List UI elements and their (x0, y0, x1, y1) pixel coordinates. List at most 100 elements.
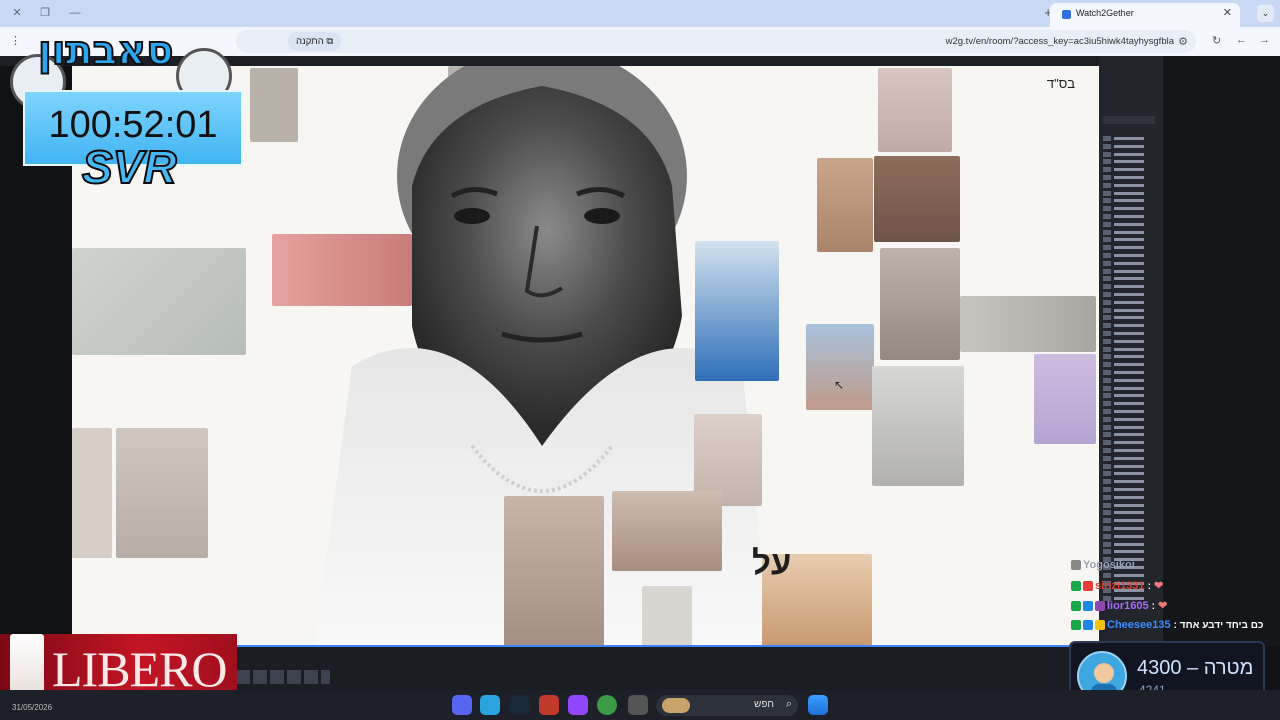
search-highlight-icon (662, 698, 690, 713)
windows-start-icon[interactable] (808, 695, 828, 715)
playlist-item[interactable] (1103, 292, 1155, 297)
playlist-item[interactable] (1103, 494, 1155, 500)
playlist-thumb (1103, 136, 1111, 141)
playlist-item[interactable] (1103, 276, 1155, 282)
playlist-item[interactable] (1103, 471, 1155, 477)
discord-icon[interactable] (452, 695, 472, 715)
playlist-title (1114, 332, 1144, 335)
badge-icon (1083, 620, 1093, 631)
playlist-item[interactable] (1103, 260, 1155, 266)
playlist-item[interactable] (1103, 167, 1155, 173)
playlist-item[interactable] (1103, 533, 1155, 539)
playlist-item[interactable] (1103, 487, 1155, 492)
playlist-thumb (1103, 284, 1111, 290)
playlist-title (1114, 363, 1144, 367)
playlist-item[interactable] (1103, 229, 1155, 235)
playlist-item[interactable] (1103, 424, 1155, 430)
playlist-item[interactable] (1103, 206, 1155, 212)
close-window-icon[interactable]: ✕ (8, 5, 26, 21)
playlist-item[interactable] (1103, 190, 1155, 196)
playlist-item[interactable] (1103, 268, 1155, 274)
playlist-title (1114, 402, 1144, 406)
playlist-item[interactable] (1103, 198, 1155, 204)
playlist-thumb (1103, 526, 1111, 531)
playlist-item[interactable] (1103, 409, 1155, 414)
file-explorer-icon[interactable] (628, 695, 648, 715)
playlist-item[interactable] (1103, 253, 1155, 258)
playlist-item[interactable] (1103, 549, 1155, 555)
playlist-thumb (1103, 518, 1111, 524)
playlist-item[interactable] (1103, 401, 1155, 407)
address-bar[interactable]: התקנה ⧉ w2g.tv/en/room/?access_key=ac3iu… (236, 30, 1196, 53)
playlist-item[interactable] (1103, 315, 1155, 321)
playlist-panel[interactable] (1099, 56, 1163, 646)
site-settings-icon[interactable]: ⚙ (1178, 35, 1188, 48)
badge-icon (1071, 620, 1081, 631)
app-icon[interactable] (539, 695, 559, 715)
menu-dots-icon[interactable]: ⋮ (10, 34, 21, 47)
playlist-item[interactable] (1103, 136, 1155, 141)
playlist-item[interactable] (1103, 284, 1155, 290)
playlist-item[interactable] (1103, 440, 1155, 446)
playlist-tabs[interactable] (1103, 116, 1155, 124)
steam-icon[interactable] (510, 695, 530, 715)
playlist-item[interactable] (1103, 455, 1155, 461)
playlist-item[interactable] (1103, 448, 1155, 453)
playlist-title (1114, 222, 1144, 226)
search-placeholder: חפש (754, 699, 774, 710)
install-app-button[interactable]: התקנה ⧉ (288, 32, 342, 51)
collage-photo (1034, 354, 1096, 444)
playlist-item[interactable] (1103, 393, 1155, 399)
playlist-item[interactable] (1103, 143, 1155, 149)
playlist-thumb (1103, 401, 1111, 407)
playlist-item[interactable] (1103, 237, 1155, 243)
playlist-item[interactable] (1103, 377, 1155, 383)
playlist-item[interactable] (1103, 221, 1155, 227)
back-icon[interactable]: ← (1236, 34, 1247, 46)
playlist-item[interactable] (1103, 510, 1155, 516)
playlist-item[interactable] (1103, 307, 1155, 313)
playlist-item[interactable] (1103, 416, 1155, 422)
telegram-icon[interactable] (480, 695, 500, 715)
playlist-title (1114, 347, 1144, 351)
tab-watch2gether[interactable]: ✕ Watch2Gether (1050, 3, 1240, 27)
playlist-item[interactable] (1103, 541, 1155, 547)
collage-photo (695, 241, 779, 381)
playlist-item[interactable] (1103, 299, 1155, 305)
playlist-item[interactable] (1103, 385, 1155, 391)
perfume-bottle-icon (10, 634, 44, 694)
forward-icon[interactable]: → (1259, 34, 1270, 46)
playlist-title (1114, 433, 1144, 437)
playlist-item[interactable] (1103, 526, 1155, 531)
taskbar-search[interactable]: חפש ⌕ (656, 695, 798, 716)
reload-icon[interactable]: ↻ (1212, 34, 1221, 47)
playlist-item[interactable] (1103, 182, 1155, 188)
playlist-item[interactable] (1103, 323, 1155, 329)
tab-search-icon[interactable]: ⌄ (1257, 5, 1274, 22)
restore-window-icon[interactable]: ❐ (36, 5, 54, 21)
collage-photo (504, 496, 604, 646)
playlist-item[interactable] (1103, 362, 1155, 368)
playlist-item[interactable] (1103, 214, 1155, 219)
tab-close-icon[interactable]: ✕ (1223, 6, 1232, 19)
playlist-item[interactable] (1103, 151, 1155, 157)
playlist-item[interactable] (1103, 518, 1155, 524)
playlist-item[interactable] (1103, 331, 1155, 336)
playlist-item[interactable] (1103, 354, 1155, 360)
playlist-thumb (1103, 385, 1111, 391)
url-text[interactable]: w2g.tv/en/room/?access_key=ac3iu5hiwk4ta… (946, 36, 1174, 47)
chrome-icon[interactable] (597, 695, 617, 715)
playlist-item[interactable] (1103, 479, 1155, 485)
thumbnail-strip[interactable] (236, 670, 330, 684)
playlist-item[interactable] (1103, 338, 1155, 344)
minimize-window-icon[interactable]: — (66, 5, 84, 21)
playlist-item[interactable] (1103, 370, 1155, 375)
playlist-item[interactable] (1103, 245, 1155, 251)
obs-icon[interactable] (568, 695, 588, 715)
playlist-item[interactable] (1103, 463, 1155, 469)
playlist-item[interactable] (1103, 432, 1155, 438)
playlist-item[interactable] (1103, 175, 1155, 180)
playlist-item[interactable] (1103, 346, 1155, 352)
playlist-item[interactable] (1103, 502, 1155, 508)
playlist-item[interactable] (1103, 159, 1155, 165)
